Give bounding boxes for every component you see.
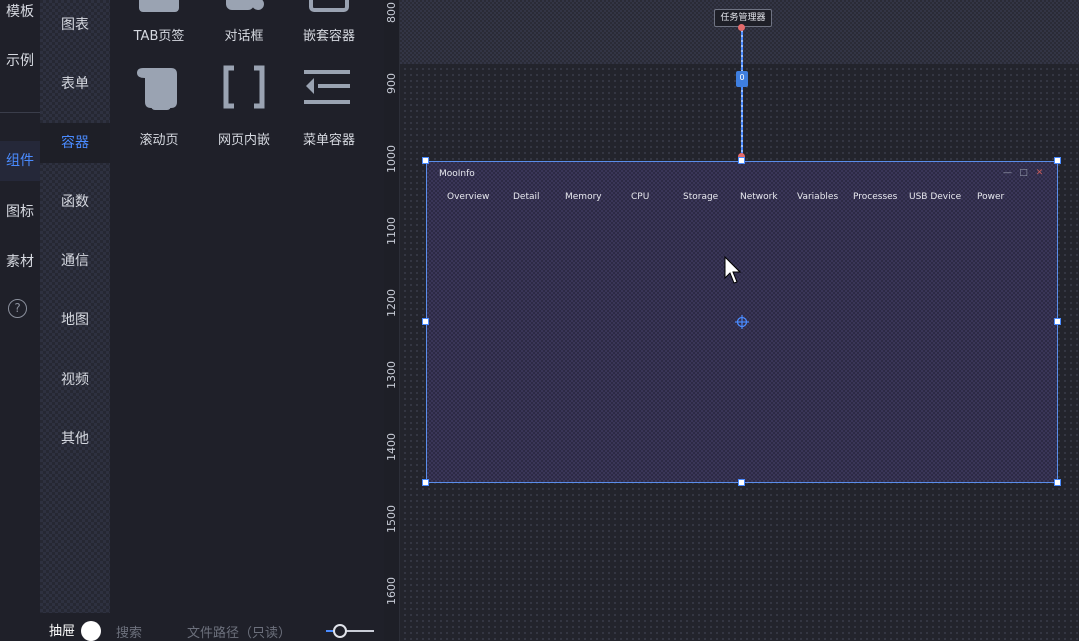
window-title: MooInfo: [439, 169, 475, 179]
tab-power[interactable]: Power: [977, 192, 1004, 202]
component-tab-page[interactable]: TAB页签: [114, 0, 204, 50]
scroll-page-icon: [137, 68, 177, 110]
ruler-tick-label: 1600: [385, 577, 398, 605]
resize-handle[interactable]: [422, 157, 429, 164]
ruler-tick-label: 1500: [385, 505, 398, 533]
component-dialog[interactable]: 对话框: [199, 0, 289, 50]
component-label: 菜单容器: [302, 133, 355, 148]
mouse-cursor-icon: [724, 256, 742, 284]
resize-handle[interactable]: [422, 318, 429, 325]
crosshair-icon[interactable]: [735, 315, 749, 329]
ruler-tick-label: 800: [385, 2, 398, 23]
search-button[interactable]: 搜索: [116, 622, 142, 641]
maximize-icon[interactable]: □: [1019, 169, 1028, 178]
component-label: 网页内嵌: [217, 133, 270, 148]
close-icon[interactable]: ✕: [1035, 169, 1044, 178]
ruler-tick-label: 1400: [385, 433, 398, 461]
category-list: 图表 表单 容器 函数 通信 地图 视频 其他: [40, 0, 110, 613]
component-panel: TAB页签 对话框 嵌套容器 滚动页 网页内嵌 菜单容器: [110, 0, 384, 613]
rail-item-assets[interactable]: 素材: [0, 242, 40, 282]
category-containers[interactable]: 容器: [40, 123, 110, 163]
component-iframe-embed[interactable]: 网页内嵌: [199, 64, 289, 148]
rail-divider: [0, 112, 40, 113]
ruler-tick-label: 1000: [385, 145, 398, 173]
component-label: 嵌套容器: [302, 29, 355, 44]
tab-variables[interactable]: Variables: [797, 192, 838, 202]
zoom-slider-thumb[interactable]: [333, 624, 348, 638]
rail-item-components[interactable]: 组件: [0, 141, 40, 181]
nested-container-icon: [309, 0, 349, 12]
vertical-ruler: 800 900 1000 1100 1200 1300 1400 1500 16…: [384, 0, 400, 641]
resize-handle[interactable]: [738, 479, 745, 486]
component-label: 滚动页: [139, 133, 179, 148]
design-canvas[interactable]: 800 900 1000 1100 1200 1300 1400 1500 16…: [384, 0, 1079, 641]
dialog-icon: [226, 0, 264, 10]
component-label: 对话框: [224, 29, 264, 44]
component-menu-container[interactable]: 菜单容器: [284, 64, 374, 148]
tab-storage[interactable]: Storage: [683, 192, 718, 202]
connector-start-dot[interactable]: [738, 24, 745, 31]
resize-handle[interactable]: [1054, 479, 1061, 486]
ruler-tick-label: 1100: [385, 217, 398, 245]
ruler-tick-label: 1200: [385, 289, 398, 317]
resize-handle[interactable]: [422, 479, 429, 486]
tab-overview[interactable]: Overview: [447, 192, 489, 202]
category-other[interactable]: 其他: [40, 419, 110, 459]
rail-item-icons[interactable]: 图标: [0, 192, 40, 232]
category-functions[interactable]: 函数: [40, 182, 110, 222]
tab-processes[interactable]: Processes: [853, 192, 897, 202]
ruler-tick-label: 900: [385, 73, 398, 94]
category-communication[interactable]: 通信: [40, 241, 110, 281]
bottom-bar: 抽屉 搜索 文件路径（只读）: [40, 613, 384, 641]
category-forms[interactable]: 表单: [40, 64, 110, 104]
component-scroll-page[interactable]: 滚动页: [114, 64, 204, 148]
connector-badge[interactable]: 0: [736, 71, 748, 87]
mooinfo-window[interactable]: MooInfo — □ ✕ Overview Detail Memory CPU…: [426, 161, 1058, 483]
category-maps[interactable]: 地图: [40, 300, 110, 340]
zoom-slider[interactable]: [326, 624, 374, 638]
tab-page-icon: [139, 0, 179, 12]
component-label: TAB页签: [133, 29, 185, 44]
rail-item-examples[interactable]: 示例: [0, 41, 40, 81]
ruler-tick-label: 1300: [385, 361, 398, 389]
tab-usb-device[interactable]: USB Device: [909, 192, 961, 202]
component-nested-container[interactable]: 嵌套容器: [284, 0, 374, 50]
tab-cpu[interactable]: CPU: [631, 192, 649, 202]
left-rail: 模板 示例 组件 图标 素材 ?: [0, 0, 40, 641]
menu-container-icon: [304, 70, 350, 104]
resize-handle[interactable]: [738, 157, 745, 164]
iframe-embed-icon: [223, 65, 265, 109]
drawer-label: 抽屉: [49, 624, 76, 639]
resize-handle[interactable]: [1054, 157, 1061, 164]
drawer-toggle[interactable]: [81, 621, 101, 641]
file-path-field: 文件路径（只读）: [187, 626, 292, 641]
rail-item-templates[interactable]: 模板: [0, 0, 40, 32]
category-charts[interactable]: 图表: [40, 5, 110, 45]
minimize-icon[interactable]: —: [1003, 169, 1012, 178]
tab-detail[interactable]: Detail: [513, 192, 540, 202]
connector-line[interactable]: [741, 27, 743, 159]
category-video[interactable]: 视频: [40, 360, 110, 400]
resize-handle[interactable]: [1054, 318, 1061, 325]
tab-memory[interactable]: Memory: [565, 192, 602, 202]
help-icon[interactable]: ?: [8, 299, 27, 318]
tab-network[interactable]: Network: [740, 192, 778, 202]
